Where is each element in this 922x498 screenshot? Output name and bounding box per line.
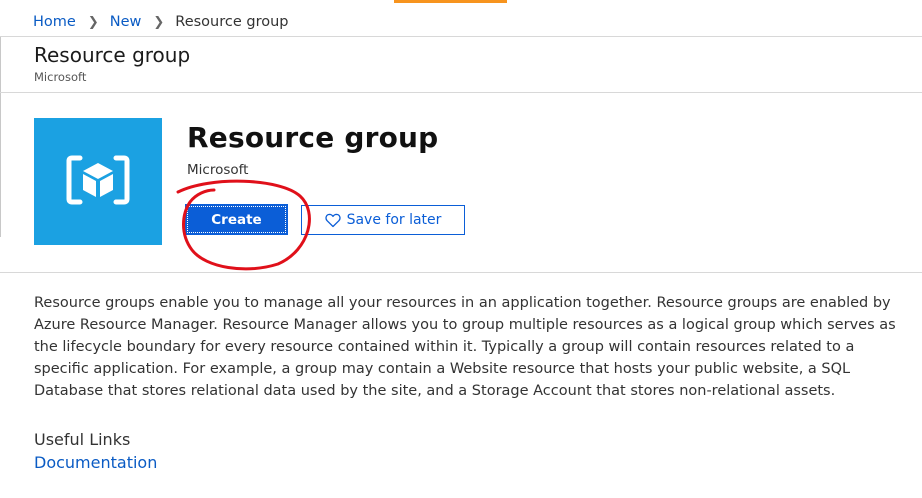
chevron-right-icon: ❯ <box>153 14 165 30</box>
top-accent-bar <box>394 0 507 3</box>
blade-subtitle: Microsoft <box>34 70 87 84</box>
breadcrumb-home[interactable]: Home <box>33 14 76 30</box>
divider <box>0 272 922 273</box>
chevron-right-icon: ❯ <box>87 14 99 30</box>
product-publisher: Microsoft <box>187 162 249 178</box>
documentation-link[interactable]: Documentation <box>34 453 157 472</box>
product-title: Resource group <box>187 121 439 154</box>
save-for-later-button[interactable]: Save for later <box>301 205 465 235</box>
create-button-label: Create <box>211 211 262 228</box>
left-edge-rule <box>0 37 1 237</box>
create-button[interactable]: Create <box>185 204 288 235</box>
product-description: Resource groups enable you to manage all… <box>34 295 896 399</box>
breadcrumb: Home ❯ New ❯ Resource group <box>33 11 289 33</box>
resource-group-cube-icon <box>66 152 130 212</box>
divider <box>0 36 922 37</box>
heart-icon <box>324 213 341 228</box>
breadcrumb-current: Resource group <box>175 14 289 30</box>
divider <box>0 92 922 93</box>
useful-links-heading: Useful Links <box>34 430 131 449</box>
breadcrumb-new[interactable]: New <box>110 14 142 30</box>
blade-title: Resource group <box>34 43 191 67</box>
save-for-later-label: Save for later <box>346 212 442 228</box>
product-icon-tile <box>34 118 162 245</box>
portal-page: Home ❯ New ❯ Resource group Resource gro… <box>0 0 922 498</box>
